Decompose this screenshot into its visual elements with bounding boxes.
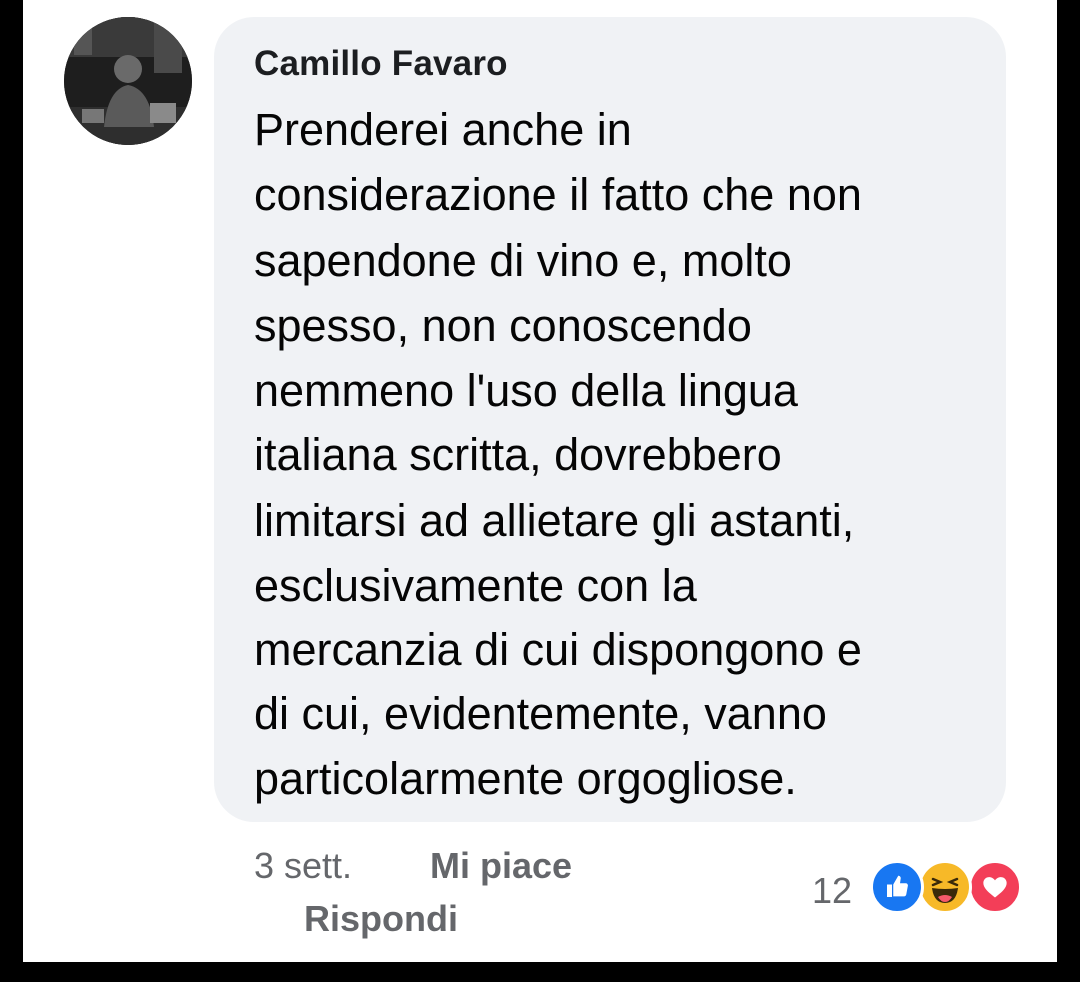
comment-text-line: spesso, non conoscendo: [254, 300, 752, 351]
reactions-summary[interactable]: 12: [812, 860, 1032, 916]
like-icon: [870, 860, 924, 914]
reaction-count: 12: [812, 870, 853, 911]
avatar[interactable]: [64, 17, 192, 145]
comment-text-line: Prenderei anche in: [254, 104, 632, 155]
comment-text-line: limitarsi ad allietare gli astanti,: [254, 495, 855, 546]
comment-author-name[interactable]: Camillo Favaro: [254, 44, 508, 84]
comment-text-line: italiana scritta, dovrebbero: [254, 429, 782, 480]
comment-timestamp[interactable]: 3 sett.: [254, 845, 352, 887]
like-button[interactable]: Mi piace: [430, 845, 572, 887]
love-icon: [968, 860, 1022, 914]
comment-text-line: di cui, evidentemente, vanno: [254, 688, 827, 739]
comment-text-line: particolarmente orgogliose.: [254, 753, 797, 804]
comment-text-line: nemmeno l'uso della lingua: [254, 365, 798, 416]
haha-icon: [918, 860, 972, 914]
comment-text-line: mercanzia di cui dispongono e: [254, 624, 862, 675]
reply-button[interactable]: Rispondi: [304, 898, 458, 940]
comment-text-line: sapendone di vino e, molto: [254, 235, 792, 286]
comment-text-line: esclusivamente con la: [254, 560, 697, 611]
comment-text-line: considerazione il fatto che non: [254, 169, 862, 220]
